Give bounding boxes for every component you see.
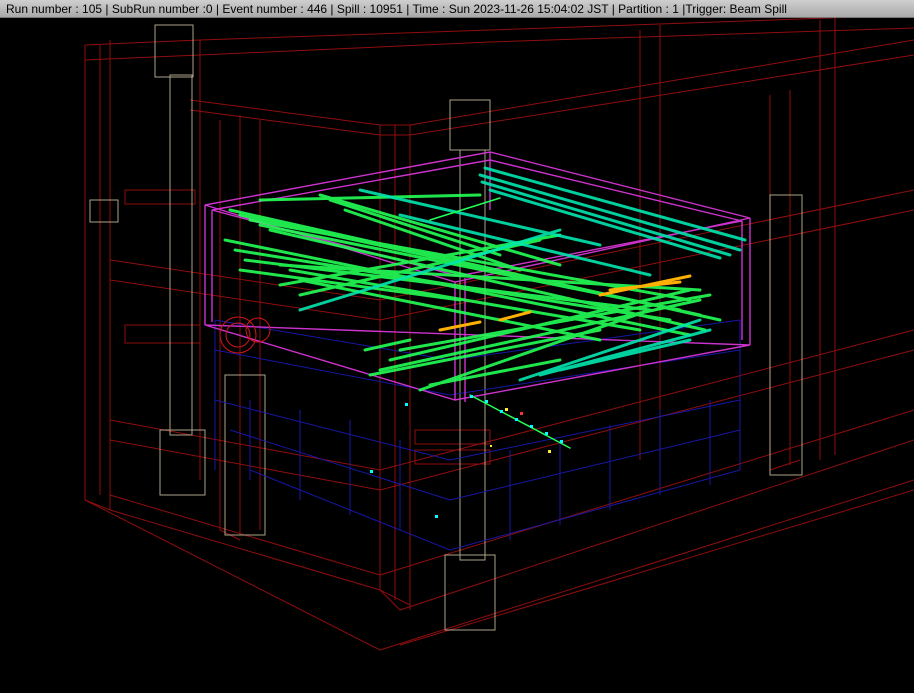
event-info-bar: Run number : 105 | SubRun number :0 | Ev…: [0, 0, 914, 18]
3d-event-display[interactable]: [0, 18, 914, 693]
